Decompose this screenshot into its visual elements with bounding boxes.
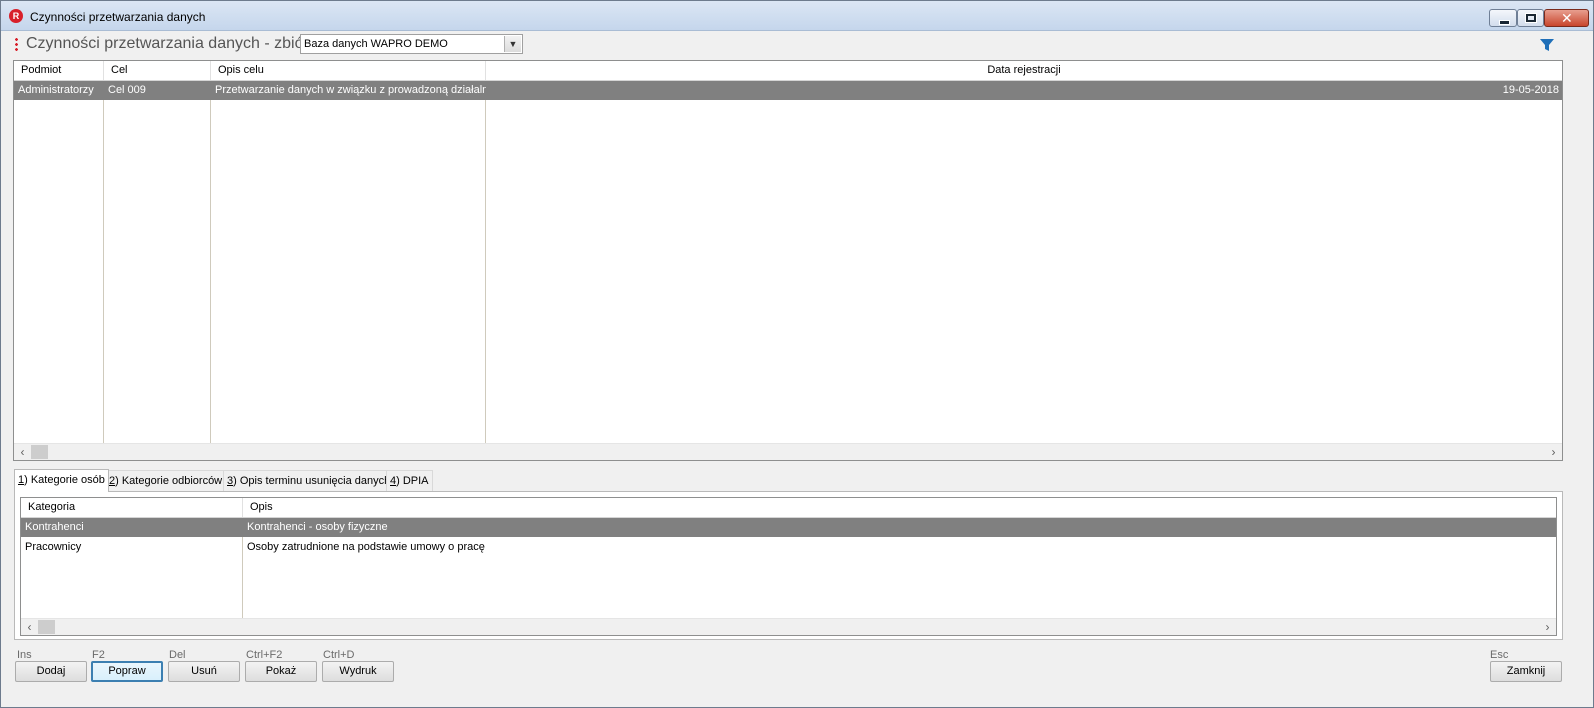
chevron-down-icon[interactable]: ▼	[504, 36, 521, 52]
shortcut-hint-wydruk: Ctrl+D	[323, 649, 355, 661]
tab-dpia[interactable]: 4) DPIA	[386, 470, 433, 491]
close-window-button[interactable]: Zamknij	[1490, 661, 1562, 682]
scrollbar-thumb[interactable]	[31, 445, 48, 459]
scroll-left-icon[interactable]: ‹	[21, 619, 38, 635]
add-button[interactable]: Dodaj	[15, 661, 87, 682]
tab-opis-terminu-usuniecia[interactable]: 3) Opis terminu usunięcia danych	[223, 470, 395, 491]
column-divider	[103, 81, 104, 443]
database-select[interactable]: Baza danych WAPRO DEMO ▼	[300, 34, 523, 54]
column-header-cel[interactable]: Cel	[104, 61, 211, 80]
scroll-left-icon[interactable]: ‹	[14, 444, 31, 460]
tab-panel: Kategoria Opis Kontrahenci Kontrahenci -…	[14, 491, 1563, 640]
page-title: Czynności przetwarzania danych - zbiór	[26, 35, 309, 52]
title-bar[interactable]: R Czynności przetwarzania danych ✕	[1, 1, 1593, 31]
scrollbar-thumb[interactable]	[38, 620, 55, 634]
shortcut-hint-usun: Del	[169, 649, 186, 661]
processing-activities-table[interactable]: Podmiot Cel Opis celu Data rejestracji A…	[13, 60, 1563, 461]
shortcut-hint-dodaj: Ins	[17, 649, 32, 661]
table-header: Podmiot Cel Opis celu Data rejestracji	[14, 61, 1562, 81]
tab-kategorie-odbiorcow[interactable]: 2) Kategorie odbiorców	[105, 470, 227, 491]
close-button[interactable]: ✕	[1544, 9, 1589, 27]
column-divider	[485, 81, 486, 443]
print-button[interactable]: Wydruk	[322, 661, 394, 682]
cell-data-rejestracji: 19-05-2018	[1502, 84, 1559, 96]
column-header-data-rejestracji[interactable]: Data rejestracji	[486, 61, 1562, 80]
filter-icon[interactable]	[1539, 37, 1555, 53]
table-header: Kategoria Opis	[21, 498, 1556, 518]
cell-opis: Kontrahenci - osoby fizyczne	[247, 521, 388, 533]
table-row[interactable]: Kontrahenci Kontrahenci - osoby fizyczne	[21, 518, 1556, 537]
shortcut-hint-popraw: F2	[92, 649, 105, 661]
app-logo-icon: R	[9, 9, 23, 23]
table-row[interactable]: Pracownicy Osoby zatrudnione na podstawi…	[21, 538, 1556, 557]
cell-kategoria: Kontrahenci	[25, 521, 84, 533]
column-divider	[210, 81, 211, 443]
main-window: R Czynności przetwarzania danych ✕ Czynn…	[0, 0, 1594, 708]
horizontal-scrollbar[interactable]: ‹ ›	[14, 443, 1562, 460]
database-select-value: Baza danych WAPRO DEMO	[304, 38, 448, 50]
scroll-right-icon[interactable]: ›	[1539, 619, 1556, 635]
shortcut-hint-pokaz: Ctrl+F2	[246, 649, 283, 661]
scroll-right-icon[interactable]: ›	[1545, 444, 1562, 460]
edit-button[interactable]: Popraw	[91, 661, 163, 682]
minimize-button[interactable]	[1489, 9, 1517, 27]
cell-opis: Osoby zatrudnione na podstawie umowy o p…	[247, 541, 485, 553]
menu-dots-icon[interactable]	[15, 37, 18, 51]
column-header-opis-celu[interactable]: Opis celu	[211, 61, 486, 80]
tab-kategorie-osob[interactable]: 1) Kategorie osób	[14, 469, 109, 492]
cell-kategoria: Pracownicy	[25, 541, 82, 553]
column-header-kategoria[interactable]: Kategoria	[21, 498, 243, 517]
delete-button[interactable]: Usuń	[168, 661, 240, 682]
person-categories-table[interactable]: Kategoria Opis Kontrahenci Kontrahenci -…	[20, 497, 1557, 636]
shortcut-hint-zamknij: Esc	[1490, 649, 1509, 661]
close-icon: ✕	[1561, 10, 1573, 26]
table-row[interactable]: Administratorzy Cel 009 Przetwarzanie da…	[14, 81, 1562, 100]
cell-podmiot: Administratorzy	[18, 84, 94, 96]
column-header-opis[interactable]: Opis	[243, 498, 1556, 517]
show-button[interactable]: Pokaż	[245, 661, 317, 682]
maximize-icon	[1526, 14, 1536, 22]
horizontal-scrollbar[interactable]: ‹ ›	[21, 618, 1556, 635]
column-header-podmiot[interactable]: Podmiot	[14, 61, 104, 80]
cell-cel: Cel 009	[108, 84, 146, 96]
cell-opis-celu: Przetwarzanie danych w związku z prowadz…	[215, 84, 486, 96]
minimize-icon	[1499, 20, 1510, 25]
maximize-button[interactable]	[1517, 9, 1544, 27]
window-title: Czynności przetwarzania danych	[30, 10, 206, 24]
